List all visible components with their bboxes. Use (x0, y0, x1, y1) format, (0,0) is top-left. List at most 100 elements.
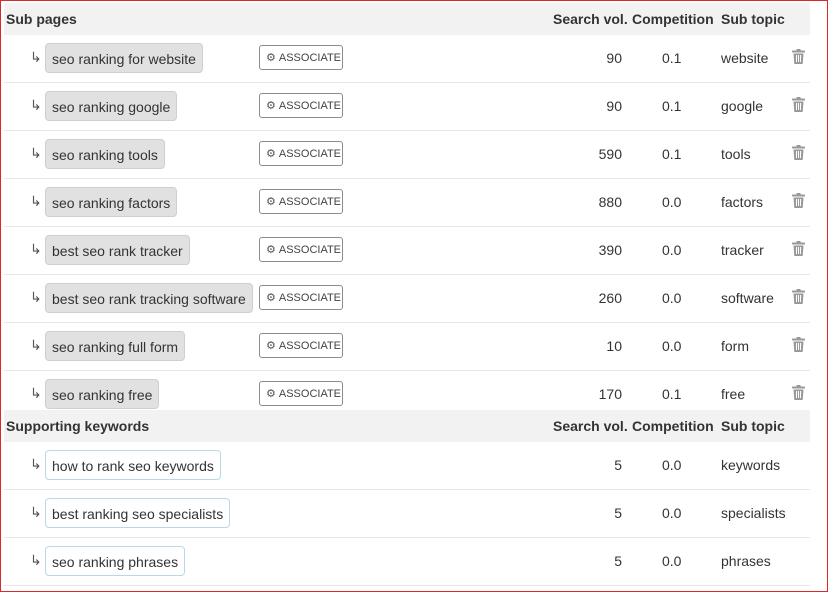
search-volume-value: 90 (606, 50, 622, 66)
keyword-chip[interactable]: seo ranking phrases (45, 546, 186, 576)
sub-pages-list: ↳ seo ranking for website ⚙ ASSOCIATE 90 0.1 w… (4, 35, 810, 419)
associate-button[interactable]: ⚙ ASSOCIATE (259, 333, 343, 358)
gear-icon: ⚙ (266, 52, 276, 64)
associate-button[interactable]: ⚙ ASSOCIATE (259, 141, 343, 166)
table-row: ↳ seo ranking factors ⚙ ASSOCIATE 880 0.0 fact… (4, 179, 810, 227)
associate-label: ASSOCIATE (278, 340, 342, 352)
keyword-chip[interactable]: seo ranking free (45, 379, 160, 409)
search-volume-value: 590 (598, 146, 622, 162)
competition-value: 0.0 (662, 194, 682, 210)
competition-value: 0.1 (662, 50, 682, 66)
column-header-competition[interactable]: Competition (632, 418, 714, 434)
section-title: Sub pages (6, 11, 77, 27)
sub-pages-section: Sub pages Search vol. Competition Sub to… (4, 3, 810, 419)
associate-label: ASSOCIATE (278, 292, 342, 304)
competition-value: 0.0 (662, 242, 682, 258)
search-volume-value: 880 (598, 194, 622, 210)
competition-value: 0.0 (662, 338, 682, 354)
supporting-keywords-header: Supporting keywords Search vol. Competit… (4, 410, 810, 442)
sub-topic-value: google (721, 98, 764, 114)
associate-button[interactable]: ⚙ ASSOCIATE (259, 93, 343, 118)
subdirectory-arrow-icon: ↳ (30, 241, 42, 257)
keyword-chip[interactable]: seo ranking tools (45, 139, 165, 169)
keyword-chip[interactable]: seo ranking full form (45, 331, 186, 361)
column-header-search-volume[interactable]: Search vol. (553, 11, 628, 27)
associate-button[interactable]: ⚙ ASSOCIATE (259, 189, 343, 214)
column-header-sub-topic[interactable]: Sub topic (721, 11, 785, 27)
competition-value: 0.1 (662, 98, 682, 114)
sub-topic-value: free (721, 386, 746, 402)
subdirectory-arrow-icon: ↳ (30, 145, 42, 161)
keyword-chip[interactable]: seo ranking google (45, 91, 178, 121)
table-row: ↳ seo ranking tools ⚙ ASSOCIATE 590 0.1 tools (4, 131, 810, 179)
search-volume-value: 90 (606, 98, 622, 114)
subdirectory-arrow-icon: ↳ (30, 337, 42, 353)
competition-value: 0.0 (662, 290, 682, 306)
trash-icon[interactable] (792, 289, 806, 305)
trash-icon[interactable] (792, 337, 806, 353)
associate-button[interactable]: ⚙ ASSOCIATE (259, 381, 343, 406)
subdirectory-arrow-icon: ↳ (30, 552, 42, 568)
associate-button[interactable]: ⚙ ASSOCIATE (259, 45, 343, 70)
keyword-chip[interactable]: seo ranking for website (45, 43, 203, 73)
subdirectory-arrow-icon: ↳ (30, 49, 42, 65)
competition-value: 0.1 (662, 146, 682, 162)
search-volume-value: 170 (598, 386, 622, 402)
sub-topic-value: factors (721, 194, 764, 210)
gear-icon: ⚙ (266, 148, 276, 160)
search-volume-value: 390 (598, 242, 622, 258)
column-header-search-volume[interactable]: Search vol. (553, 418, 628, 434)
keyword-chip[interactable]: best seo rank tracking software (45, 283, 253, 313)
table-row: ↳ how to rank seo keywords 5 0.0 keywords (4, 442, 810, 490)
competition-value: 0.0 (662, 505, 682, 521)
column-header-sub-topic[interactable]: Sub topic (721, 418, 785, 434)
sub-topic-value: specialists (721, 505, 786, 521)
search-volume-value: 5 (614, 457, 622, 473)
gear-icon: ⚙ (266, 340, 276, 352)
gear-icon: ⚙ (266, 388, 276, 400)
gear-icon: ⚙ (266, 244, 276, 256)
trash-icon[interactable] (792, 193, 806, 209)
sub-topic-value: software (721, 290, 774, 306)
sub-topic-value: tracker (721, 242, 764, 258)
table-row: ↳ best ranking seo specialists 5 0.0 special… (4, 490, 810, 538)
search-volume-value: 10 (606, 338, 622, 354)
table-row: ↳ seo ranking phrases 5 0.0 phrases (4, 538, 810, 586)
table-row: ↳ best seo rank tracking software ⚙ ASSOCIA… (4, 275, 810, 323)
associate-label: ASSOCIATE (278, 52, 342, 64)
subdirectory-arrow-icon: ↳ (30, 504, 42, 520)
associate-button[interactable]: ⚙ ASSOCIATE (259, 237, 343, 262)
gear-icon: ⚙ (266, 196, 276, 208)
keyword-chip[interactable]: seo ranking factors (45, 187, 178, 217)
trash-icon[interactable] (792, 385, 806, 401)
associate-label: ASSOCIATE (278, 196, 342, 208)
associate-label: ASSOCIATE (278, 388, 342, 400)
sub-topic-value: website (721, 50, 769, 66)
column-header-competition[interactable]: Competition (632, 11, 714, 27)
trash-icon[interactable] (792, 49, 806, 65)
supporting-keywords-section: Supporting keywords Search vol. Competit… (4, 410, 810, 586)
search-volume-value: 5 (614, 553, 622, 569)
search-volume-value: 5 (614, 505, 622, 521)
keyword-chip[interactable]: best ranking seo specialists (45, 498, 231, 528)
table-row: ↳ best seo rank tracker ⚙ ASSOCIATE 390 0.0 tr… (4, 227, 810, 275)
associate-label: ASSOCIATE (278, 148, 342, 160)
keyword-chip[interactable]: best seo rank tracker (45, 235, 190, 265)
supporting-keywords-list: ↳ how to rank seo keywords 5 0.0 keywords ↳ be… (4, 442, 810, 586)
search-volume-value: 260 (598, 290, 622, 306)
gear-icon: ⚙ (266, 100, 276, 112)
sub-topic-value: phrases (721, 553, 771, 569)
section-title: Supporting keywords (6, 418, 150, 434)
trash-icon[interactable] (792, 97, 806, 113)
keyword-chip[interactable]: how to rank seo keywords (45, 450, 221, 480)
table-row: ↳ seo ranking full form ⚙ ASSOCIATE 10 0.0 for… (4, 323, 810, 371)
subdirectory-arrow-icon: ↳ (30, 289, 42, 305)
associate-label: ASSOCIATE (278, 244, 342, 256)
sub-topic-value: tools (721, 146, 751, 162)
gear-icon: ⚙ (266, 292, 276, 304)
associate-button[interactable]: ⚙ ASSOCIATE (259, 285, 343, 310)
trash-icon[interactable] (792, 241, 806, 257)
table-row: ↳ seo ranking google ⚙ ASSOCIATE 90 0.1 google (4, 83, 810, 131)
subdirectory-arrow-icon: ↳ (30, 456, 42, 472)
trash-icon[interactable] (792, 145, 806, 161)
